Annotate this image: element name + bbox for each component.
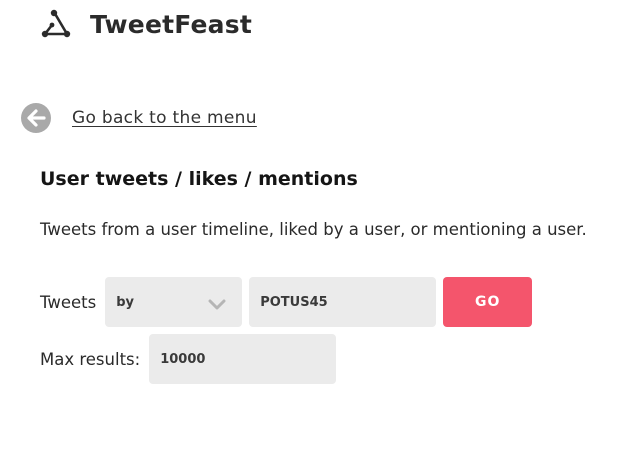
tweet-mode-selected-value: by — [116, 294, 134, 310]
section-title: User tweets / likes / mentions — [40, 168, 358, 190]
app-title: TweetFeast — [90, 9, 252, 39]
chevron-down-icon — [208, 296, 226, 310]
back-navigation: Go back to the menu — [20, 102, 257, 134]
username-input[interactable] — [249, 277, 437, 327]
app-header: TweetFeast — [40, 8, 252, 40]
max-results-label: Max results: — [40, 349, 141, 369]
go-button[interactable]: GO — [443, 277, 533, 327]
arrow-left-circle-icon[interactable] — [20, 102, 52, 134]
tweets-form-row: Tweets by GO — [40, 277, 533, 327]
tweet-mode-select[interactable]: by — [105, 277, 243, 327]
back-to-menu-link[interactable]: Go back to the menu — [72, 108, 257, 128]
logo-icon — [40, 8, 72, 40]
tweets-label: Tweets — [40, 292, 97, 312]
max-results-input[interactable] — [149, 334, 337, 384]
section-description: Tweets from a user timeline, liked by a … — [40, 220, 587, 239]
max-results-form-row: Max results: — [40, 334, 337, 384]
